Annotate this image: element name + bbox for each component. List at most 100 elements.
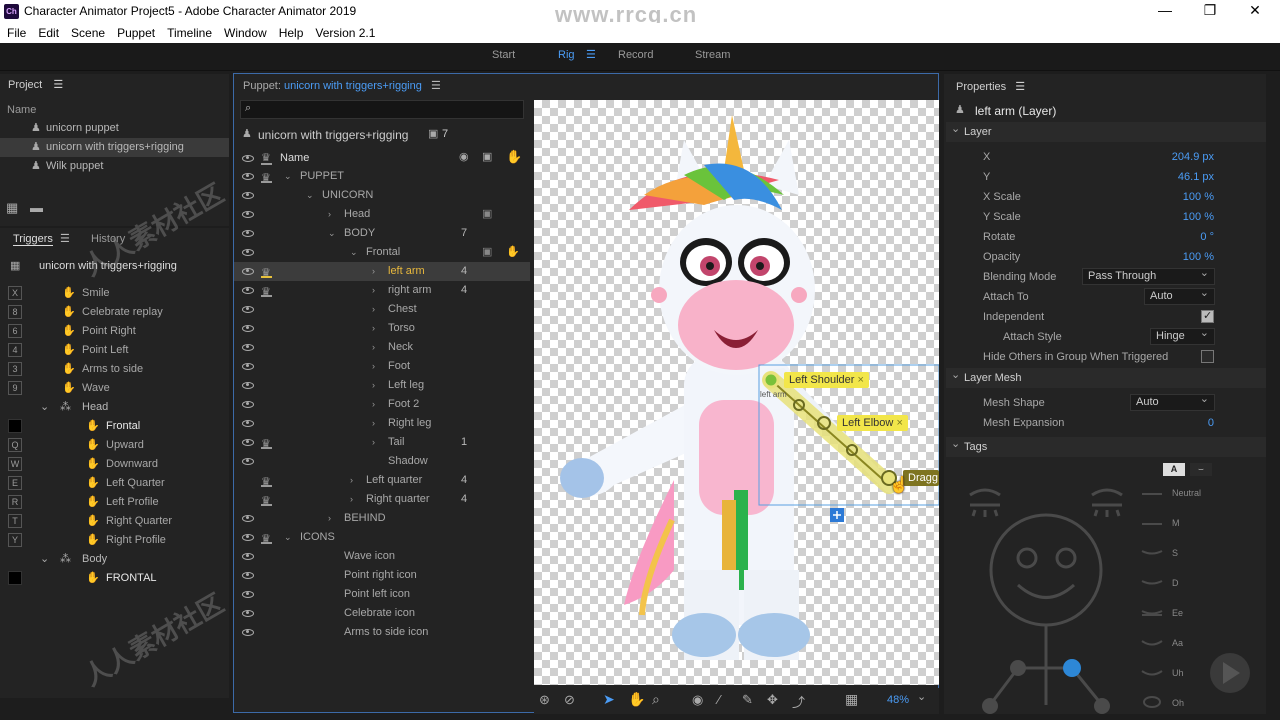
trigger-item[interactable]: ✋ Frontal (0, 417, 229, 436)
expand-arrow-icon[interactable]: › (372, 433, 375, 452)
eye-icon[interactable] (242, 534, 254, 541)
eye-icon[interactable] (242, 344, 254, 351)
collapse-arrow-icon[interactable]: ⌄ (350, 243, 358, 262)
eye-icon[interactable] (242, 268, 254, 275)
tag-face-button[interactable]: ⌣ (1190, 463, 1212, 476)
trigger-key-badge[interactable] (8, 571, 22, 585)
pin-tool-icon[interactable]: ✎ (742, 692, 753, 708)
layer-row[interactable]: Point right icon (234, 566, 530, 585)
eye-icon[interactable] (242, 192, 254, 199)
layer-row[interactable]: › Neck (234, 338, 530, 357)
viseme-aa-label[interactable]: Aa (1172, 638, 1183, 648)
swap-set-head[interactable]: ⌄ ⁂ Head (0, 398, 229, 417)
tab-start[interactable]: Start (492, 49, 515, 61)
trigger-item[interactable]: 3 ✋ Arms to side (0, 360, 229, 379)
panel-menu-icon[interactable]: ☰ (431, 80, 441, 92)
layer-row[interactable]: › Left leg (234, 376, 530, 395)
layer-row[interactable]: ⌄ Frontal ▣ ✋ (234, 243, 530, 262)
viseme-d-label[interactable]: D (1172, 578, 1179, 588)
collapse-arrow-icon[interactable]: ⌄ (40, 398, 49, 417)
viseme-ee-label[interactable]: Ee (1172, 608, 1183, 618)
expand-arrow-icon[interactable]: › (328, 509, 331, 528)
tab-triggers[interactable]: Triggers (13, 233, 53, 246)
layer-row[interactable]: › Foot 2 (234, 395, 530, 414)
rig-menu-icon[interactable]: ☰ (586, 48, 596, 61)
eye-icon[interactable] (242, 306, 254, 313)
layer-row[interactable]: › Head ▣ (234, 205, 530, 224)
expand-arrow-icon[interactable]: › (372, 357, 375, 376)
tab-rig[interactable]: Rig (558, 49, 575, 61)
restore-button[interactable]: ❐ (1195, 2, 1225, 19)
trigger-item[interactable]: T ✋ Right Quarter (0, 512, 229, 531)
layer-row[interactable]: › BEHIND (234, 509, 530, 528)
project-item-selected[interactable]: ♟ unicorn with triggers+rigging (0, 138, 229, 157)
left-shoulder-handle[interactable]: Left Shoulder × (784, 372, 869, 388)
crown-icon[interactable] (261, 492, 272, 511)
eye-icon[interactable] (242, 515, 254, 522)
menu-scene[interactable]: Scene (71, 26, 105, 40)
eye-icon[interactable] (242, 249, 254, 256)
trigger-key-badge[interactable]: X (8, 286, 22, 300)
tab-stream[interactable]: Stream (695, 49, 730, 61)
expand-arrow-icon[interactable]: › (372, 281, 375, 300)
eye-icon[interactable] (242, 401, 254, 408)
section-layer-mesh[interactable]: Layer Mesh (946, 365, 1266, 388)
collapse-arrow-icon[interactable]: ⌄ (306, 186, 314, 205)
trigger-key-badge[interactable]: R (8, 495, 22, 509)
crown-icon[interactable] (261, 283, 272, 302)
crown-icon[interactable] (261, 169, 272, 188)
trigger-item[interactable]: 6 ✋ Point Right (0, 322, 229, 341)
layer-row-selected[interactable]: › left arm 4 (234, 262, 530, 283)
layer-row[interactable]: › right arm 4 (234, 281, 530, 302)
eye-icon[interactable] (242, 363, 254, 370)
eye-icon[interactable] (242, 211, 254, 218)
zoom-level[interactable]: 48% (887, 694, 909, 706)
trigger-item[interactable]: Q ✋ Upward (0, 436, 229, 455)
collapse-arrow-icon[interactable]: ⌄ (284, 528, 292, 547)
menu-puppet[interactable]: Puppet (117, 26, 155, 40)
menu-help[interactable]: Help (279, 26, 304, 40)
trigger-key-badge[interactable]: W (8, 457, 22, 471)
trigger-key-badge[interactable]: Q (8, 438, 22, 452)
attach-to-select[interactable]: Auto (1144, 286, 1215, 305)
eye-icon[interactable] (242, 173, 254, 180)
zoom-dropdown-icon[interactable]: ⌄ (917, 690, 926, 703)
x-value[interactable]: 204.9 px (1130, 151, 1214, 163)
crown-icon[interactable] (261, 530, 272, 549)
eye-icon[interactable] (242, 553, 254, 560)
layer-row[interactable]: Arms to side icon (234, 623, 530, 642)
hand-tool-icon[interactable]: ✋ (628, 691, 645, 708)
layer-row[interactable]: › Tail 1 (234, 433, 530, 454)
eye-icon[interactable] (242, 439, 254, 446)
stick-tool-icon[interactable]: ∕ (718, 692, 720, 707)
trigger-key-badge[interactable]: 8 (8, 305, 22, 319)
expand-arrow-icon[interactable]: › (372, 338, 375, 357)
layer-row[interactable]: › Right quarter 4 (234, 490, 530, 511)
trigger-item[interactable]: W ✋ Downward (0, 455, 229, 474)
draw-tool-icon[interactable]: ⤴ (792, 692, 805, 711)
eye-icon[interactable] (242, 420, 254, 427)
viseme-m-label[interactable]: M (1172, 518, 1180, 528)
layer-row[interactable]: ⌄ ICONS (234, 528, 530, 549)
project-item[interactable]: ♟ Wilk puppet (0, 157, 229, 176)
expand-arrow-icon[interactable]: › (372, 300, 375, 319)
menu-window[interactable]: Window (224, 26, 267, 40)
layer-row[interactable]: › Foot (234, 357, 530, 376)
menu-edit[interactable]: Edit (38, 26, 59, 40)
attach-style-select[interactable]: Hinge (1150, 326, 1215, 345)
expand-arrow-icon[interactable]: › (350, 471, 353, 490)
y-value[interactable]: 46.1 px (1130, 171, 1214, 183)
expand-arrow-icon[interactable]: › (372, 319, 375, 338)
layer-row[interactable]: Point left icon (234, 585, 530, 604)
layer-row[interactable]: › Chest (234, 300, 530, 319)
viseme-s-label[interactable]: S (1172, 548, 1178, 558)
crown-icon[interactable] (261, 435, 272, 454)
collapse-arrow-icon[interactable]: ⌄ (40, 550, 49, 569)
expand-arrow-icon[interactable]: › (372, 376, 375, 395)
hide-others-checkbox[interactable] (1201, 350, 1214, 363)
trigger-key-badge[interactable]: T (8, 514, 22, 528)
folder-icon[interactable]: ▬ (30, 200, 43, 215)
panel-menu-icon[interactable]: ☰ (1015, 81, 1025, 93)
zoom-tool-icon[interactable]: ⌕ (652, 691, 660, 708)
tab-history[interactable]: History (91, 233, 125, 245)
